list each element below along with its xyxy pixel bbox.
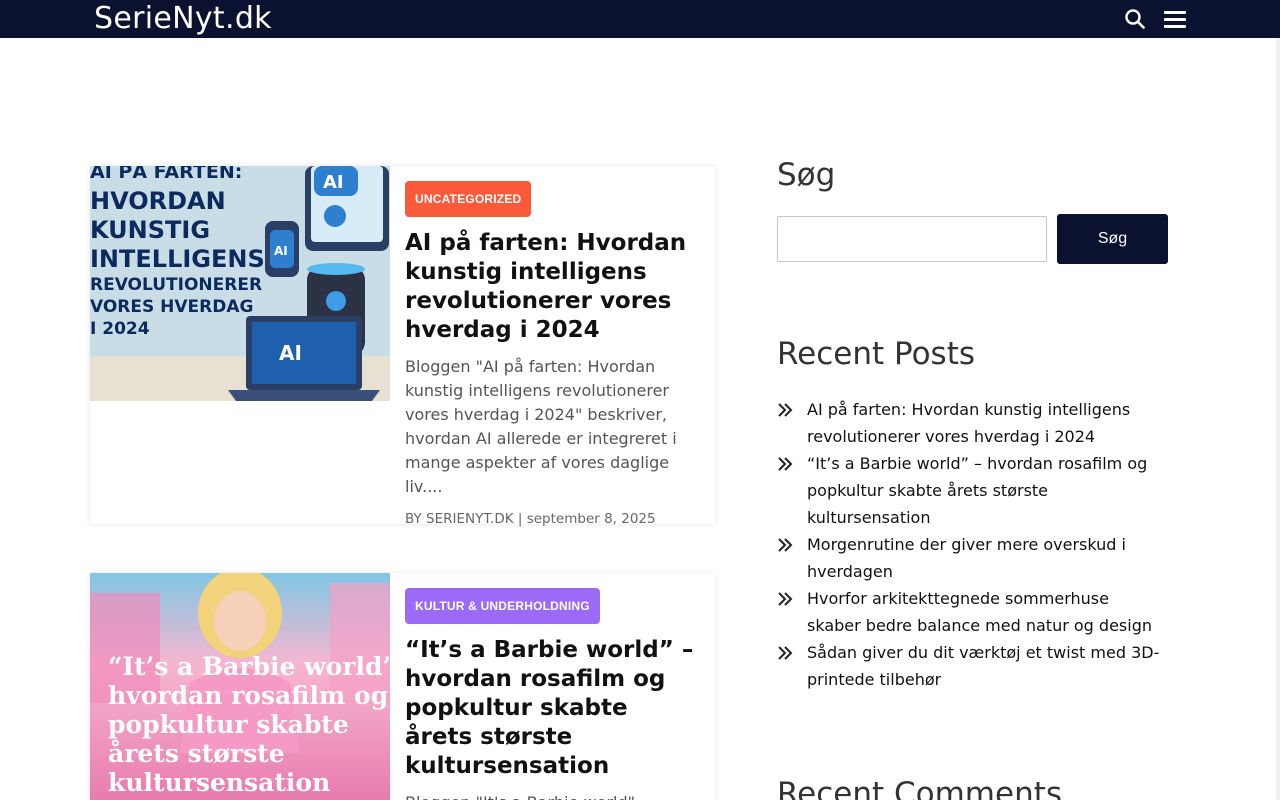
post-body: KULTUR & UNDERHOLDNING “It’s a Barbie wo… (405, 588, 700, 800)
double-chevron-right-icon (778, 538, 793, 552)
site-logo[interactable]: SerieNyt.dk (94, 1, 272, 37)
thumb-text-6: VORES HVERDAG (90, 297, 253, 317)
thumb-text-2: HVORDAN (90, 187, 226, 215)
page-scrollbar[interactable] (1276, 38, 1280, 800)
thumb-ai-badge-2: AI (274, 244, 288, 258)
recent-posts-list: AI på farten: Hvordan kunstig intelligen… (777, 396, 1167, 693)
post-title[interactable]: AI på farten: Hvordan kunstig intelligen… (405, 229, 700, 345)
thumb-text-1: “It’s a Barbie world’ – (108, 652, 390, 681)
category-badge[interactable]: KULTUR & UNDERHOLDNING (405, 588, 600, 624)
list-item[interactable]: Sådan giver du dit værktøj et twist med … (777, 639, 1167, 693)
recent-post-link[interactable]: Sådan giver du dit værktøj et twist med … (807, 643, 1159, 689)
hamburger-menu-icon[interactable] (1164, 8, 1188, 30)
double-chevron-right-icon (778, 403, 793, 417)
search-icon[interactable] (1124, 8, 1146, 30)
double-chevron-right-icon (778, 457, 793, 471)
list-item[interactable]: Morgenrutine der giver mere overskud i h… (777, 531, 1167, 585)
recent-post-link[interactable]: Hvorfor arkitekttegnede sommerhuse skabe… (807, 589, 1152, 635)
post-card: AI PÅ FARTEN: HVORDAN KUNSTIG INTELLIGEN… (90, 166, 715, 527)
search-heading: Søg (777, 157, 836, 193)
thumb-text-4: INTELLIGENS (90, 245, 265, 273)
thumb-text-5: kultursensation (108, 768, 330, 797)
thumb-text-4: årets største (108, 739, 285, 768)
double-chevron-right-icon (778, 646, 793, 660)
post-title[interactable]: “It’s a Barbie world” – hvordan rosafilm… (405, 636, 700, 781)
thumb-text-7: I 2024 (90, 319, 150, 339)
thumb-text-5: REVOLUTIONERER (90, 275, 262, 295)
category-badge[interactable]: UNCATEGORIZED (405, 181, 532, 217)
recent-post-link[interactable]: Morgenrutine der giver mere overskud i h… (807, 535, 1126, 581)
thumb-ai-badge-1: AI (323, 172, 344, 193)
site-header: SerieNyt.dk (0, 0, 1280, 38)
recent-posts-heading: Recent Posts (777, 336, 976, 372)
post-excerpt: Bloggen "AI på farten: Hvordan kunstig i… (405, 357, 677, 496)
recent-post-link[interactable]: AI på farten: Hvordan kunstig intelligen… (807, 400, 1130, 446)
double-chevron-right-icon (778, 592, 793, 606)
search-button[interactable]: Søg (1057, 214, 1168, 264)
post-thumbnail[interactable]: AI PÅ FARTEN: HVORDAN KUNSTIG INTELLIGEN… (90, 166, 390, 401)
list-item[interactable]: “It’s a Barbie world” – hvordan rosafilm… (777, 450, 1167, 531)
search-input[interactable] (777, 216, 1047, 262)
thumb-text-1: AI PÅ FARTEN: (90, 166, 242, 183)
thumb-text-2: hvordan rosafilm og (108, 681, 388, 710)
thumb-text-3: popkultur skabte (108, 710, 349, 739)
list-item[interactable]: AI på farten: Hvordan kunstig intelligen… (777, 396, 1167, 450)
post-card: “It’s a Barbie world’ – hvordan rosafilm… (90, 573, 715, 800)
list-item[interactable]: Hvorfor arkitekttegnede sommerhuse skabe… (777, 585, 1167, 639)
thumb-ai-badge-3: AI (279, 341, 302, 365)
post-excerpt: Bloggen "It's a Barbie world" analyserer… (405, 791, 700, 800)
recent-post-link[interactable]: “It’s a Barbie world” – hvordan rosafilm… (807, 454, 1147, 527)
recent-comments-heading: Recent Comments (777, 776, 1063, 800)
thumb-text-3: KUNSTIG (90, 216, 210, 244)
post-meta: BY SERIENYT.DK | september 8, 2025 (405, 511, 656, 527)
post-thumbnail[interactable]: “It’s a Barbie world’ – hvordan rosafilm… (90, 573, 390, 800)
post-body: UNCATEGORIZED AI på farten: Hvordan kuns… (405, 181, 700, 527)
